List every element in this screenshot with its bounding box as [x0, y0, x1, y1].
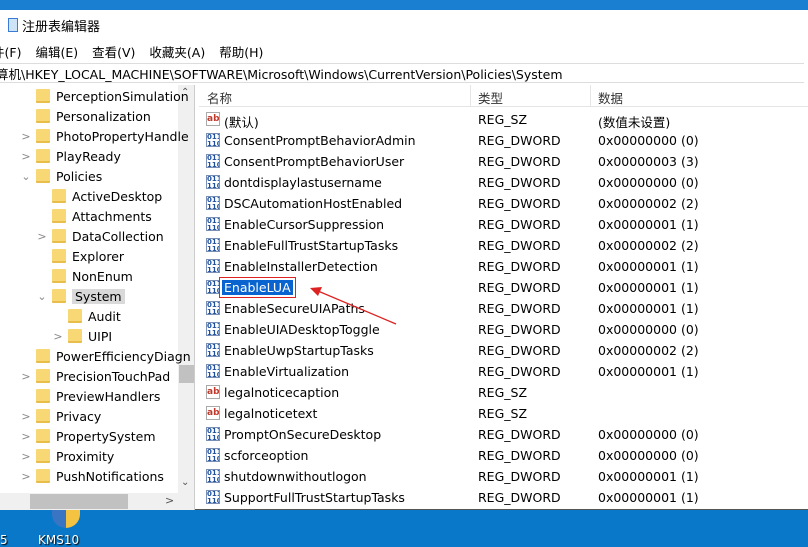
desktop-icon-label[interactable]: KMS10	[38, 533, 79, 547]
red-arrow-annotation	[310, 287, 397, 325]
desktop-label-left: 5	[0, 533, 8, 547]
